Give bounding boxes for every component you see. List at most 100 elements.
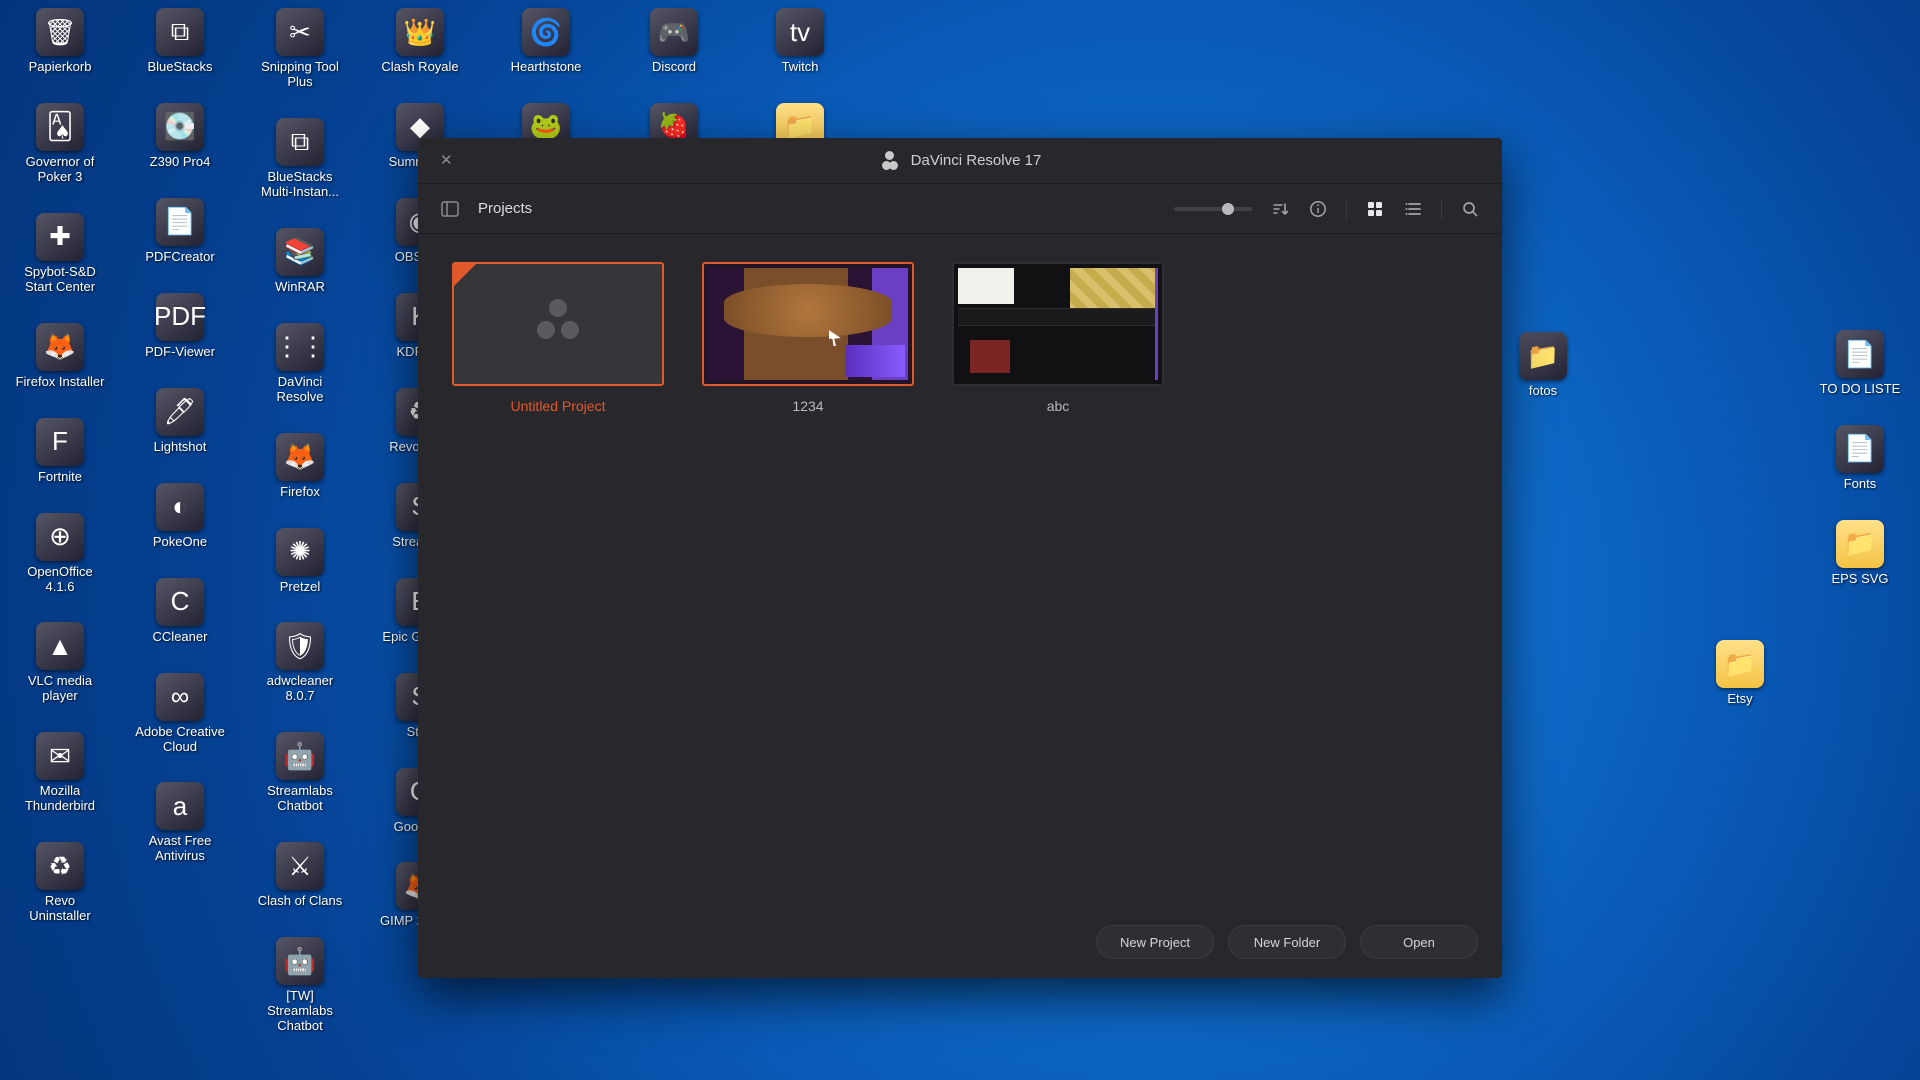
app-icon: 🂡 xyxy=(36,103,84,151)
desktop-icon-label: Snipping Tool Plus xyxy=(255,60,345,90)
desktop-icon[interactable]: ⧉BlueStacks Multi-Instan... xyxy=(255,118,345,200)
project-name: abc xyxy=(952,398,1164,414)
desktop-icon[interactable]: 🛡adwcleaner 8.0.7 xyxy=(255,622,345,704)
desktop-icon[interactable]: CCCleaner xyxy=(135,578,225,645)
app-icon: a xyxy=(156,782,204,830)
desktop-icon[interactable]: 🦊Firefox xyxy=(255,433,345,500)
desktop-icon[interactable]: 🤖[TW] Streamlabs Chatbot xyxy=(255,937,345,1034)
close-button[interactable]: ✕ xyxy=(440,154,454,168)
toolbar: Projects xyxy=(418,184,1502,234)
app-icon: ∞ xyxy=(156,673,204,721)
folder-icon: 📁 xyxy=(1716,640,1764,688)
new-project-button[interactable]: New Project xyxy=(1096,925,1214,959)
desktop-icon[interactable]: ♻Revo Uninstaller xyxy=(15,842,105,924)
desktop-icon[interactable]: 📁 Etsy xyxy=(1695,640,1785,707)
desktop-icon[interactable]: PDFPDF-Viewer xyxy=(135,293,225,360)
desktop-icon[interactable]: 👑Clash Royale xyxy=(375,8,465,75)
search-button[interactable] xyxy=(1460,199,1480,219)
folder-icon: 📁 xyxy=(1519,332,1567,380)
desktop-icon[interactable]: 📁 EPS SVG xyxy=(1815,520,1905,587)
desktop-icon[interactable]: ⋮⋮DaVinci Resolve xyxy=(255,323,345,405)
app-icon: 💽 xyxy=(156,103,204,151)
thumbnail-zoom-slider[interactable] xyxy=(1174,207,1252,211)
desktop-icon-label: Clash of Clans xyxy=(258,894,343,909)
desktop-icon[interactable]: 🗑Papierkorb xyxy=(15,8,105,75)
desktop-icon-fotos[interactable]: 📁 fotos xyxy=(1498,332,1588,399)
desktop-icon[interactable]: 🤖 Streamlabs Chatbot xyxy=(255,732,345,814)
separator xyxy=(1346,198,1347,220)
desktop-icon[interactable]: ⧉BlueStacks xyxy=(135,8,225,75)
app-icon: ⋮⋮ xyxy=(276,323,324,371)
desktop-icon[interactable]: 🖊Lightshot xyxy=(135,388,225,455)
desktop-icon[interactable]: ⊕OpenOffice 4.1.6 xyxy=(15,513,105,595)
desktop-icon[interactable]: FFortnite xyxy=(15,418,105,485)
grid-view-button[interactable] xyxy=(1365,199,1385,219)
project-name: Untitled Project xyxy=(452,398,664,414)
desktop-icon[interactable]: ✂Snipping Tool Plus xyxy=(255,8,345,90)
app-icon: ✉ xyxy=(36,732,84,780)
desktop-icon-label: PokeOne xyxy=(153,535,207,550)
app-icon: ✚ xyxy=(36,213,84,261)
desktop-icon[interactable]: 🎮 Discord xyxy=(629,8,719,75)
desktop-icon[interactable]: 📚 WinRAR xyxy=(255,228,345,295)
app-icon: PDF xyxy=(156,293,204,341)
desktop-icon-label: OpenOffice 4.1.6 xyxy=(15,565,105,595)
desktop-icon[interactable]: ∞ Adobe Creative Cloud xyxy=(135,673,225,755)
list-view-button[interactable] xyxy=(1403,199,1423,219)
desktop-icon-label: Etsy xyxy=(1727,692,1752,707)
app-brand: DaVinci Resolve 17 xyxy=(879,150,1042,172)
desktop-icon[interactable]: 💽 Z390 Pro4 xyxy=(135,103,225,170)
app-icon: 🖊 xyxy=(156,388,204,436)
desktop-icon-label: Discord xyxy=(652,60,696,75)
app-icon: 🤖 xyxy=(276,937,324,985)
project-card[interactable]: 1234 xyxy=(702,262,914,414)
davinci-logo-icon xyxy=(533,299,583,349)
desktop-icon-label: EPS SVG xyxy=(1831,572,1888,587)
davinci-project-manager-window: ✕ DaVinci Resolve 17 Projects xyxy=(418,138,1502,978)
desktop-icon[interactable]: ✉ Mozilla Thunderbird xyxy=(15,732,105,814)
desktop-icon-label: Clash Royale xyxy=(381,60,458,75)
separator xyxy=(1441,198,1442,220)
app-icon: C xyxy=(156,578,204,626)
desktop-icon[interactable]: tvTwitch xyxy=(755,8,845,75)
desktop-icon-label: Avast Free Antivirus xyxy=(135,834,225,864)
desktop-icon[interactable]: 📄PDFCreator xyxy=(135,198,225,265)
desktop-icon-label: Spybot-S&D Start Center xyxy=(15,265,105,295)
project-name: 1234 xyxy=(702,398,914,414)
app-icon: 📚 xyxy=(276,228,324,276)
project-card[interactable]: abc xyxy=(952,262,1164,414)
desktop-icon[interactable]: ✺Pretzel xyxy=(255,528,345,595)
open-button[interactable]: Open xyxy=(1360,925,1478,959)
info-button[interactable] xyxy=(1308,199,1328,219)
desktop-icon-label: Adobe Creative Cloud xyxy=(135,725,225,755)
folder-icon: 📁 xyxy=(1836,520,1884,568)
desktop-icon[interactable]: a Avast Free Antivirus xyxy=(135,782,225,864)
app-icon: 🌀 xyxy=(522,8,570,56)
project-card[interactable]: Untitled Project xyxy=(452,262,664,414)
desktop-icon[interactable]: ✚ Spybot-S&D Start Center xyxy=(15,213,105,295)
desktop-icon-label: Streamlabs Chatbot xyxy=(255,784,345,814)
desktop-icon[interactable]: ◐PokeOne xyxy=(135,483,225,550)
desktop-icon-label: Mozilla Thunderbird xyxy=(15,784,105,814)
window-title: DaVinci Resolve 17 xyxy=(911,152,1042,169)
app-icon: ⚔ xyxy=(276,842,324,890)
desktop-icon-label: Fonts xyxy=(1844,477,1877,492)
sidebar-toggle-button[interactable] xyxy=(440,199,460,219)
desktop-icon-label: WinRAR xyxy=(275,280,325,295)
desktop-icon-label: Hearthstone xyxy=(511,60,582,75)
new-folder-button[interactable]: New Folder xyxy=(1228,925,1346,959)
desktop-icon-label: Z390 Pro4 xyxy=(150,155,211,170)
desktop-icon[interactable]: 🂡Governor of Poker 3 xyxy=(15,103,105,185)
section-title: Projects xyxy=(478,200,532,217)
sort-button[interactable] xyxy=(1270,199,1290,219)
desktop-icon[interactable]: 🌀 Hearthstone xyxy=(501,8,591,75)
app-icon: 🎮 xyxy=(650,8,698,56)
desktop-icon[interactable]: ⚔ Clash of Clans xyxy=(255,842,345,909)
desktop-icon[interactable]: 📄TO DO LISTE xyxy=(1815,330,1905,397)
app-icon: 🤖 xyxy=(276,732,324,780)
desktop-icon[interactable]: 📄Fonts xyxy=(1815,425,1905,492)
desktop-icon[interactable]: ▲VLC media player xyxy=(15,622,105,704)
app-icon: ▲ xyxy=(36,622,84,670)
desktop-icon-label: adwcleaner 8.0.7 xyxy=(255,674,345,704)
desktop-icon[interactable]: 🦊Firefox Installer xyxy=(15,323,105,390)
